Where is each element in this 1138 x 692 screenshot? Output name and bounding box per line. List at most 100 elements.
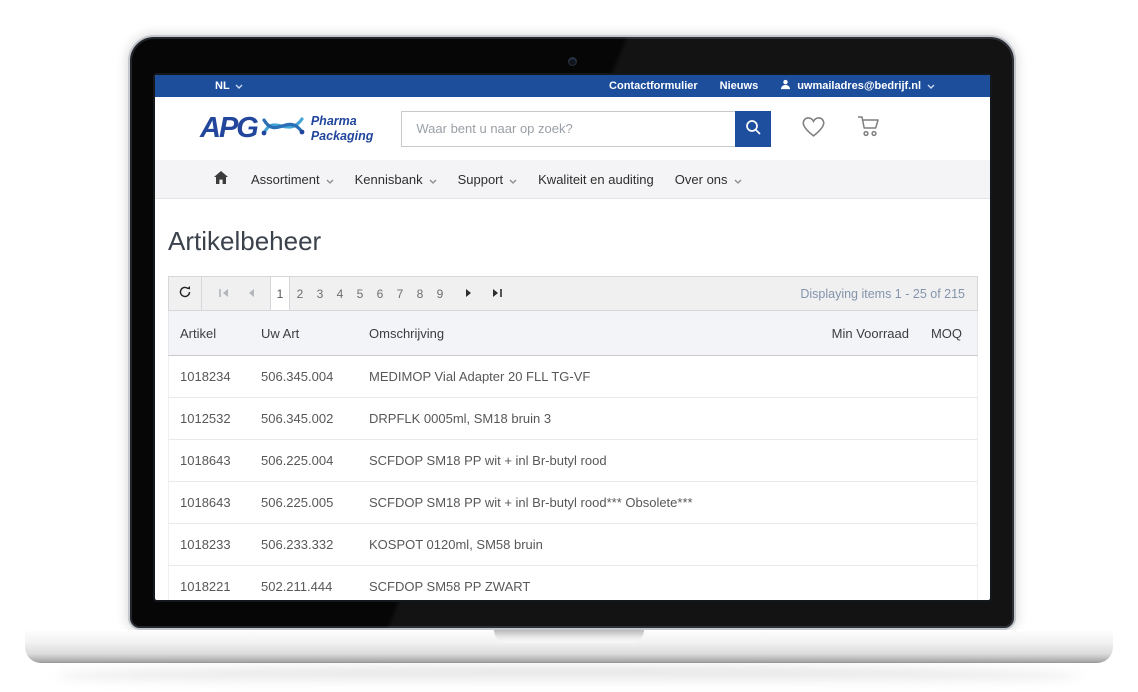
cell-omschrijving: SCFDOP SM18 PP wit + inl Br-butyl rood**… bbox=[369, 495, 799, 510]
laptop-lid: NL Contactformulier Nieuws uwmailadres@b… bbox=[128, 35, 1016, 630]
table-row[interactable]: 1018233 506.233.332 KOSPOT 0120ml, SM58 … bbox=[168, 524, 978, 566]
site-header: APG Pharma Packaging bbox=[155, 97, 990, 160]
nav-item-label: Support bbox=[458, 172, 504, 187]
chevron-down-icon bbox=[429, 172, 437, 187]
page-number-3[interactable]: 3 bbox=[310, 277, 330, 310]
page-number-2[interactable]: 2 bbox=[290, 277, 310, 310]
column-header-omschrijving[interactable]: Omschrijving bbox=[369, 326, 799, 341]
column-header-min-voorraad[interactable]: Min Voorraad bbox=[799, 326, 909, 341]
dna-swirl-icon bbox=[261, 111, 305, 146]
cart-icon bbox=[856, 114, 882, 143]
cell-uw-art: 506.225.004 bbox=[261, 453, 369, 468]
cell-artikel: 1018643 bbox=[169, 453, 261, 468]
nav-item-label: Assortiment bbox=[251, 172, 320, 187]
table-row[interactable]: 1018221 502.211.444 SCFDOP SM58 PP ZWART bbox=[168, 566, 978, 600]
search-button[interactable] bbox=[735, 111, 771, 147]
wishlist-button[interactable] bbox=[801, 115, 826, 143]
cell-omschrijving: KOSPOT 0120ml, SM58 bruin bbox=[369, 537, 799, 552]
nav-item-kennisbank[interactable]: Kennisbank bbox=[355, 172, 437, 187]
page-number-1[interactable]: 1 bbox=[270, 277, 290, 310]
desktop-background: NL Contactformulier Nieuws uwmailadres@b… bbox=[0, 0, 1138, 692]
cell-artikel: 1012532 bbox=[169, 411, 261, 426]
cell-uw-art: 506.345.002 bbox=[261, 411, 369, 426]
cell-omschrijving: MEDIMOP Vial Adapter 20 FLL TG-VF bbox=[369, 369, 799, 384]
nav-home-button[interactable] bbox=[213, 170, 229, 188]
page-title: Artikelbeheer bbox=[168, 226, 978, 257]
search-input[interactable] bbox=[401, 111, 735, 147]
cart-button[interactable] bbox=[856, 114, 882, 143]
nav-item-label: Kwaliteit en auditing bbox=[538, 172, 654, 187]
page-number-7[interactable]: 7 bbox=[390, 277, 410, 310]
nav-item-kwaliteit[interactable]: Kwaliteit en auditing bbox=[538, 172, 654, 187]
pager-next-icon bbox=[465, 287, 473, 301]
chevron-down-icon bbox=[235, 84, 243, 89]
pager-first-button[interactable] bbox=[212, 277, 234, 310]
news-link[interactable]: Nieuws bbox=[720, 80, 759, 92]
company-logo[interactable]: APG Pharma Packaging bbox=[200, 111, 373, 146]
contact-form-link[interactable]: Contactformulier bbox=[609, 80, 698, 92]
language-selector[interactable]: NL bbox=[215, 80, 243, 92]
page-number-6[interactable]: 6 bbox=[370, 277, 390, 310]
pager-last-icon bbox=[492, 287, 503, 301]
user-email: uwmailadres@bedrijf.nl bbox=[797, 80, 921, 92]
cell-omschrijving: SCFDOP SM18 PP wit + inl Br-butyl rood bbox=[369, 453, 799, 468]
heart-icon bbox=[801, 115, 826, 143]
nav-item-assortiment[interactable]: Assortiment bbox=[251, 172, 334, 187]
language-label: NL bbox=[215, 80, 230, 92]
pager-pages: 1 2 3 4 5 6 7 8 9 bbox=[270, 277, 450, 310]
pager-prev-button[interactable] bbox=[240, 277, 262, 310]
cell-artikel: 1018221 bbox=[169, 579, 261, 594]
main-navigation: Assortiment Kennisbank Support Kwaliteit… bbox=[155, 160, 990, 199]
cell-uw-art: 506.225.005 bbox=[261, 495, 369, 510]
search-icon bbox=[745, 119, 762, 139]
chevron-down-icon bbox=[326, 172, 334, 187]
user-icon bbox=[780, 79, 791, 93]
nav-item-label: Over ons bbox=[675, 172, 728, 187]
pager-prev-icon bbox=[247, 287, 255, 301]
page-number-8[interactable]: 8 bbox=[410, 277, 430, 310]
pager-last-button[interactable] bbox=[486, 277, 508, 310]
cell-artikel: 1018643 bbox=[169, 495, 261, 510]
cell-artikel: 1018234 bbox=[169, 369, 261, 384]
refresh-icon bbox=[178, 285, 192, 302]
nav-item-over-ons[interactable]: Over ons bbox=[675, 172, 742, 187]
webcam-dot bbox=[569, 58, 576, 65]
laptop-reflection bbox=[55, 667, 1083, 685]
refresh-button[interactable] bbox=[169, 277, 202, 310]
column-header-uw-art[interactable]: Uw Art bbox=[261, 326, 369, 341]
home-icon bbox=[213, 170, 229, 188]
cell-artikel: 1018233 bbox=[169, 537, 261, 552]
nav-item-support[interactable]: Support bbox=[458, 172, 518, 187]
account-menu[interactable]: uwmailadres@bedrijf.nl bbox=[780, 79, 935, 93]
laptop-lid-notch bbox=[494, 630, 644, 643]
laptop-screen: NL Contactformulier Nieuws uwmailadres@b… bbox=[155, 75, 990, 600]
chevron-down-icon bbox=[734, 172, 742, 187]
article-grid: 1 2 3 4 5 6 7 8 9 bbox=[168, 276, 978, 600]
cell-uw-art: 506.345.004 bbox=[261, 369, 369, 384]
pager-next-button[interactable] bbox=[458, 277, 480, 310]
cell-omschrijving: SCFDOP SM58 PP ZWART bbox=[369, 579, 799, 594]
cell-uw-art: 502.211.444 bbox=[261, 579, 369, 594]
page-number-5[interactable]: 5 bbox=[350, 277, 370, 310]
pagination-status: Displaying items 1 - 25 of 215 bbox=[800, 287, 965, 301]
table-header-row: Artikel Uw Art Omschrijving Min Voorraad… bbox=[168, 311, 978, 356]
grid-toolbar: 1 2 3 4 5 6 7 8 9 bbox=[168, 276, 978, 311]
column-header-artikel[interactable]: Artikel bbox=[169, 326, 261, 341]
laptop-base bbox=[25, 630, 1113, 663]
table-row[interactable]: 1018643 506.225.005 SCFDOP SM18 PP wit +… bbox=[168, 482, 978, 524]
pager-first-icon bbox=[218, 287, 229, 301]
column-header-moq[interactable]: MOQ bbox=[909, 326, 977, 341]
table-row[interactable]: 1018643 506.225.004 SCFDOP SM18 PP wit +… bbox=[168, 440, 978, 482]
cell-uw-art: 506.233.332 bbox=[261, 537, 369, 552]
page-number-4[interactable]: 4 bbox=[330, 277, 350, 310]
chevron-down-icon bbox=[509, 172, 517, 187]
table-row[interactable]: 1018234 506.345.004 MEDIMOP Vial Adapter… bbox=[168, 356, 978, 398]
table-row[interactable]: 1012532 506.345.002 DRPFLK 0005ml, SM18 … bbox=[168, 398, 978, 440]
utility-bar: NL Contactformulier Nieuws uwmailadres@b… bbox=[155, 75, 990, 97]
logo-text: APG bbox=[200, 114, 257, 143]
page-number-9[interactable]: 9 bbox=[430, 277, 450, 310]
logo-tagline: Pharma Packaging bbox=[311, 114, 374, 143]
chevron-down-icon bbox=[927, 84, 935, 89]
cell-omschrijving: DRPFLK 0005ml, SM18 bruin 3 bbox=[369, 411, 799, 426]
nav-item-label: Kennisbank bbox=[355, 172, 423, 187]
